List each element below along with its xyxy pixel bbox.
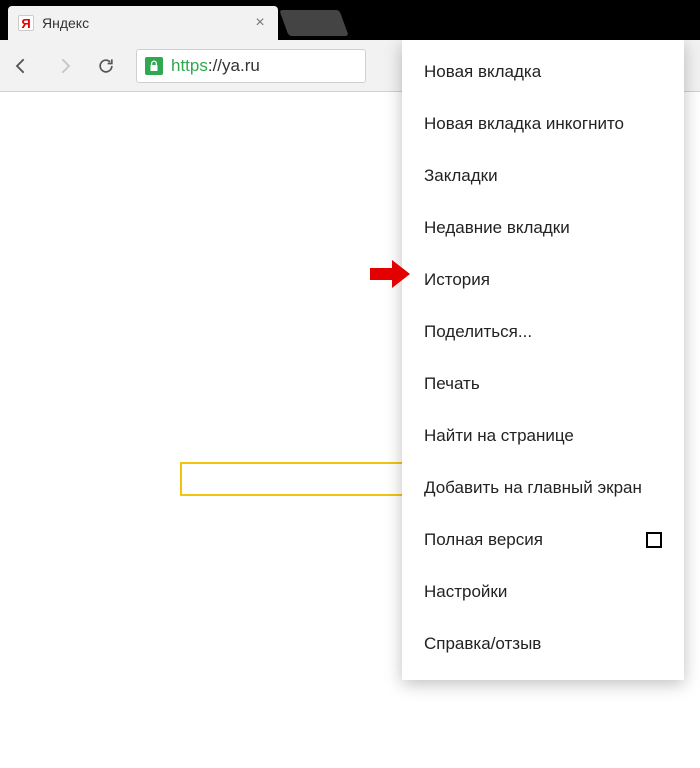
menu-item-0[interactable]: Новая вкладка bbox=[402, 46, 684, 98]
back-button[interactable] bbox=[10, 54, 34, 78]
menu-item-11[interactable]: Справка/отзыв bbox=[402, 618, 684, 670]
menu-item-8[interactable]: Добавить на главный экран bbox=[402, 462, 684, 514]
browser-menu: Новая вкладка Новая вкладка инкогнито Закл… bbox=[402, 40, 684, 680]
menu-item-label: Найти на странице bbox=[424, 426, 574, 446]
titlebar: Я Яндекс × bbox=[0, 0, 700, 40]
browser-tab[interactable]: Я Яндекс × bbox=[8, 6, 278, 40]
arrow-right-icon bbox=[54, 56, 74, 76]
menu-item-9[interactable]: Полная версия bbox=[402, 514, 684, 566]
menu-item-label: Новая вкладка инкогнито bbox=[424, 114, 624, 134]
menu-item-label: Недавние вкладки bbox=[424, 218, 570, 238]
close-tab-icon[interactable]: × bbox=[252, 14, 268, 32]
menu-item-label: История bbox=[424, 270, 490, 290]
menu-item-6[interactable]: Печать bbox=[402, 358, 684, 410]
menu-item-3[interactable]: Недавние вкладки bbox=[402, 202, 684, 254]
highlight-arrow-icon bbox=[370, 260, 410, 293]
url-text: https://ya.ru bbox=[171, 56, 260, 76]
reload-icon bbox=[96, 56, 116, 76]
menu-item-2[interactable]: Закладки bbox=[402, 150, 684, 202]
address-bar[interactable]: https://ya.ru bbox=[136, 49, 366, 83]
menu-item-label: Полная версия bbox=[424, 530, 543, 550]
new-tab-button[interactable] bbox=[279, 10, 348, 36]
favicon-icon: Я bbox=[18, 15, 34, 31]
menu-item-10[interactable]: Настройки bbox=[402, 566, 684, 618]
menu-item-label: Справка/отзыв bbox=[424, 634, 541, 654]
menu-item-4[interactable]: История bbox=[402, 254, 684, 306]
menu-item-1[interactable]: Новая вкладка инкогнито bbox=[402, 98, 684, 150]
menu-item-label: Настройки bbox=[424, 582, 507, 602]
lock-icon bbox=[145, 57, 163, 75]
checkbox-icon[interactable] bbox=[646, 532, 662, 548]
menu-item-label: Печать bbox=[424, 374, 480, 394]
menu-item-7[interactable]: Найти на странице bbox=[402, 410, 684, 462]
forward-button bbox=[52, 54, 76, 78]
menu-item-label: Добавить на главный экран bbox=[424, 478, 642, 498]
arrow-left-icon bbox=[12, 56, 32, 76]
menu-item-label: Поделиться... bbox=[424, 322, 532, 342]
reload-button[interactable] bbox=[94, 54, 118, 78]
menu-item-label: Закладки bbox=[424, 166, 498, 186]
tab-title: Яндекс bbox=[42, 15, 252, 31]
menu-item-5[interactable]: Поделиться... bbox=[402, 306, 684, 358]
menu-item-label: Новая вкладка bbox=[424, 62, 541, 82]
